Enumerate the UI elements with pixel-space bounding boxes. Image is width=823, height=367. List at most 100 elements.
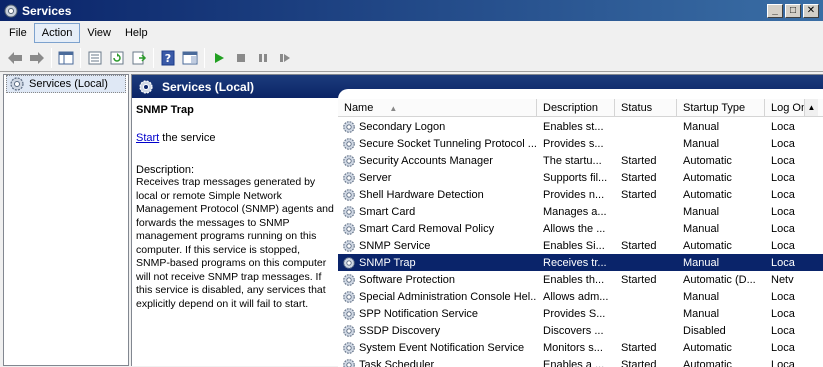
- table-row[interactable]: Security Accounts ManagerThe startu...St…: [338, 152, 823, 169]
- cell-startup-text: Manual: [683, 138, 719, 150]
- cell-description-text: Enables Si...: [543, 240, 605, 252]
- cell-status: [615, 305, 677, 322]
- scroll-up-button[interactable]: ▲: [804, 99, 818, 116]
- window-title: Services: [22, 4, 765, 18]
- cell-description: Provides s...: [537, 135, 615, 152]
- column-header-status[interactable]: Status: [615, 99, 677, 117]
- cell-name: Security Accounts Manager: [338, 152, 537, 169]
- show-hide-tree-button[interactable]: [55, 47, 77, 69]
- table-row[interactable]: Special Administration Console Hel...All…: [338, 288, 823, 305]
- cell-description: Provides S...: [537, 305, 615, 322]
- service-gear-icon: [342, 154, 356, 168]
- cell-startup: Automatic: [677, 169, 765, 186]
- cell-description: Enables st...: [537, 118, 615, 135]
- menu-help[interactable]: Help: [118, 24, 155, 42]
- cell-description-text: Enables st...: [543, 121, 604, 133]
- title-bar[interactable]: Services _ □ ✕: [0, 0, 823, 21]
- service-gear-icon: [342, 256, 356, 270]
- cell-startup-text: Automatic (D...: [683, 274, 756, 286]
- cell-logon: Loca: [765, 356, 810, 367]
- cell-startup: Automatic (D...: [677, 271, 765, 288]
- cell-logon-text: Loca: [771, 189, 795, 201]
- start-service-link[interactable]: Start: [136, 132, 159, 144]
- table-row[interactable]: Software ProtectionEnables th...StartedA…: [338, 271, 823, 288]
- refresh-icon: [109, 50, 125, 66]
- service-gear-icon: [342, 324, 356, 338]
- table-row[interactable]: ServerSupports fil...StartedAutomaticLoc…: [338, 169, 823, 186]
- tree-item-services-local[interactable]: Services (Local): [6, 75, 126, 93]
- sort-ascending-icon: ▲: [389, 104, 397, 113]
- cell-startup: Automatic: [677, 339, 765, 356]
- forward-button[interactable]: [26, 47, 48, 69]
- cell-logon: Loca: [765, 237, 810, 254]
- column-header-startup-type[interactable]: Startup Type: [677, 99, 765, 117]
- service-gear-icon: [342, 307, 356, 321]
- menu-view[interactable]: View: [80, 24, 118, 42]
- cell-status: Started: [615, 186, 677, 203]
- table-row[interactable]: SNMP TrapReceives tr...ManualLoca: [338, 254, 823, 271]
- table-row[interactable]: Smart CardManages a...ManualLoca: [338, 203, 823, 220]
- cell-logon: Loca: [765, 322, 810, 339]
- table-row[interactable]: Shell Hardware DetectionProvides n...Sta…: [338, 186, 823, 203]
- cell-startup: Manual: [677, 254, 765, 271]
- table-row[interactable]: SPP Notification ServiceProvides S...Man…: [338, 305, 823, 322]
- show-hide-tree-icon: [58, 50, 74, 66]
- service-gear-icon: [342, 171, 356, 185]
- table-row[interactable]: Secondary LogonEnables st...ManualLoca: [338, 118, 823, 135]
- start-service-button[interactable]: [208, 47, 230, 69]
- cell-logon: Loca: [765, 135, 810, 152]
- cell-status: [615, 288, 677, 305]
- column-header-name[interactable]: Name ▲: [338, 99, 537, 117]
- table-row[interactable]: System Event Notification ServiceMonitor…: [338, 339, 823, 356]
- cell-description: Enables Si...: [537, 237, 615, 254]
- cell-description: Receives tr...: [537, 254, 615, 271]
- back-button[interactable]: [4, 47, 26, 69]
- close-button[interactable]: ✕: [803, 4, 819, 18]
- cell-logon-text: Loca: [771, 121, 795, 133]
- table-row[interactable]: Secure Socket Tunneling Protocol ...Prov…: [338, 135, 823, 152]
- cell-logon: Loca: [765, 203, 810, 220]
- service-gear-icon: [342, 120, 356, 134]
- cell-name-text: Smart Card Removal Policy: [359, 223, 494, 235]
- cell-name: Smart Card: [338, 203, 537, 220]
- column-header-logon[interactable]: Log On As: [765, 99, 804, 117]
- cell-name-text: Smart Card: [359, 206, 415, 218]
- console-view-button[interactable]: [179, 47, 201, 69]
- cell-logon-text: Loca: [771, 155, 795, 167]
- stop-service-button[interactable]: [230, 47, 252, 69]
- maximize-button[interactable]: □: [785, 4, 801, 18]
- menu-action[interactable]: Action: [34, 23, 81, 43]
- cell-logon: Loca: [765, 254, 810, 271]
- properties-button[interactable]: [84, 47, 106, 69]
- minimize-button[interactable]: _: [767, 4, 783, 18]
- cell-description: Discovers ...: [537, 322, 615, 339]
- cell-name-text: Security Accounts Manager: [359, 155, 493, 167]
- cell-description: Enables a ...: [537, 356, 615, 367]
- help-button[interactable]: ?: [157, 47, 179, 69]
- cell-description: Manages a...: [537, 203, 615, 220]
- cell-startup-text: Manual: [683, 257, 719, 269]
- column-header-description[interactable]: Description: [537, 99, 615, 117]
- pause-icon: [256, 51, 270, 65]
- menu-bar: File Action View Help: [0, 21, 823, 45]
- table-row[interactable]: Task SchedulerEnables a ...StartedAutoma…: [338, 356, 823, 367]
- restart-service-button[interactable]: [274, 47, 296, 69]
- export-list-button[interactable]: [128, 47, 150, 69]
- cell-description: Allows adm...: [537, 288, 615, 305]
- cell-status: [615, 118, 677, 135]
- cell-startup-text: Manual: [683, 308, 719, 320]
- table-row[interactable]: Smart Card Removal PolicyAllows the ...M…: [338, 220, 823, 237]
- refresh-button[interactable]: [106, 47, 128, 69]
- cell-name-text: Server: [359, 172, 391, 184]
- table-row[interactable]: SNMP ServiceEnables Si...StartedAutomati…: [338, 237, 823, 254]
- cell-description-text: Receives tr...: [543, 257, 607, 269]
- table-row[interactable]: SSDP DiscoveryDiscovers ...DisabledLoca: [338, 322, 823, 339]
- cell-logon-text: Loca: [771, 240, 795, 252]
- cell-name-text: Secure Socket Tunneling Protocol ...: [359, 138, 537, 150]
- pause-service-button[interactable]: [252, 47, 274, 69]
- menu-file[interactable]: File: [2, 24, 34, 42]
- cell-status: Started: [615, 237, 677, 254]
- cell-description: Allows the ...: [537, 220, 615, 237]
- cell-logon-text: Loca: [771, 206, 795, 218]
- cell-logon-text: Loca: [771, 257, 795, 269]
